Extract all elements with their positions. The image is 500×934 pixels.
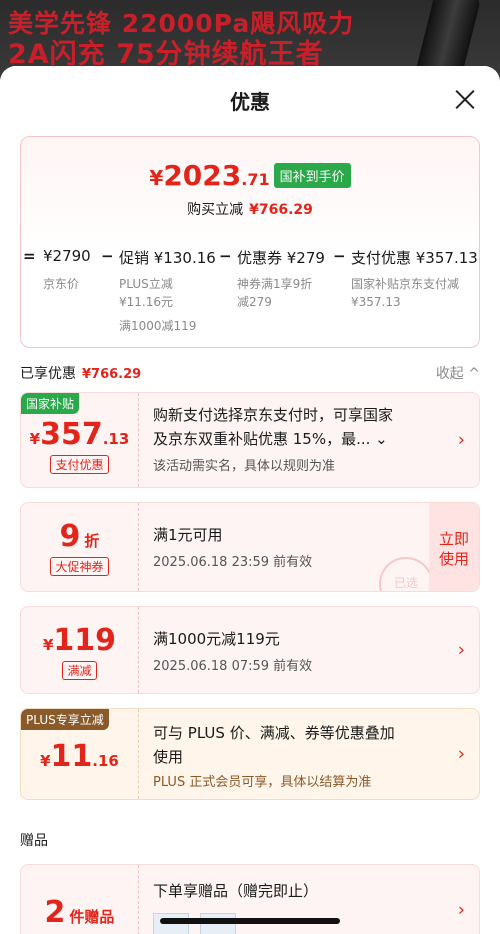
price-summary: ¥2023.71 国补到手价 购买立减 ¥766.29 = ¥2790 − 促销 ¥…: [20, 136, 480, 348]
home-indicator: [160, 918, 340, 924]
minus-sign: −: [101, 247, 114, 265]
gift-count: 2 件赠品: [21, 865, 139, 934]
close-icon[interactable]: [454, 88, 476, 110]
price-breakdown: = ¥2790 − 促销 ¥130.16 − 优惠券 ¥279 − 支付优惠 ¥…: [21, 247, 479, 267]
full-reduction-desc: 满1000元减119元 2025.06.18 07:59 前有效: [153, 630, 313, 674]
gov-subsidy-card[interactable]: 国家补贴 ¥357.13 支付优惠 购新支付选择京东支付时，可享国家 及京东双重…: [20, 392, 480, 488]
final-price-row: ¥2023.71 国补到手价: [21, 159, 479, 192]
gov-subsidy-desc: 购新支付选择京东支付时，可享国家 及京东双重补贴优惠 15%，最... ⌄ 该活…: [153, 406, 394, 474]
pay-detail: 国家补贴京东支付减 ¥357.13: [351, 277, 460, 309]
coupon-amount: 优惠券 ¥279: [237, 249, 325, 267]
coupon-card[interactable]: 9折 大促神券 满1元可用 2025.06.18 23:59 前有效 已选 立即…: [20, 502, 480, 592]
pay-discount-amount: 支付优惠 ¥357.13: [351, 249, 478, 267]
minus-sign: −: [333, 247, 346, 265]
collapse-button[interactable]: 收起 ^: [436, 363, 480, 383]
full-reduction-value: ¥119 满减: [21, 607, 139, 693]
plus-discount-value: ¥11.16: [21, 709, 139, 799]
promo-detail: PLUS立减 ¥11.16元 满1000减119: [119, 277, 197, 333]
gov-subsidy-badge: 国补到手价: [273, 163, 351, 188]
coupon-value: 9折 大促神券: [21, 503, 139, 591]
sheet-header: 优惠: [0, 66, 500, 136]
minus-sign: −: [219, 247, 232, 265]
discount-sheet: 优惠 ¥2023.71 国补到手价 购买立减 ¥766.29 = ¥2790 − 促…: [0, 66, 500, 934]
jd-price: ¥2790: [43, 247, 91, 265]
chevron-right-icon[interactable]: ›: [458, 744, 465, 765]
final-price: ¥2023.71: [149, 159, 270, 192]
coupon-detail: 神券满1享9折 减279: [237, 277, 313, 309]
plus-discount-card[interactable]: PLUS专享立减 ¥11.16 可与 PLUS 价、满减、券等优惠叠加 使用 P…: [20, 708, 480, 800]
use-now-button[interactable]: 立即 使用: [429, 503, 479, 591]
equals-sign: =: [23, 247, 36, 265]
chevron-right-icon[interactable]: ›: [458, 430, 465, 451]
instant-discount-row: 购买立减 ¥766.29: [187, 202, 313, 218]
gov-subsidy-value: ¥357.13 支付优惠: [21, 393, 139, 487]
promo-amount: 促销 ¥130.16: [119, 249, 216, 267]
sheet-body: ¥2023.71 国补到手价 购买立减 ¥766.29 = ¥2790 − 促销 ¥…: [0, 136, 500, 934]
full-reduction-card[interactable]: ¥119 满减 满1000元减119元 2025.06.18 07:59 前有效…: [20, 606, 480, 694]
enjoyed-discount-header: 已享优惠 ¥766.29 收起 ^: [20, 348, 480, 392]
gifts-header: 赠品: [20, 833, 48, 849]
chevron-right-icon[interactable]: ›: [458, 640, 465, 661]
jd-price-label: 京东价: [43, 277, 80, 291]
chevron-right-icon[interactable]: ›: [458, 900, 465, 921]
sheet-title: 优惠: [230, 90, 270, 114]
plus-discount-desc: 可与 PLUS 价、满减、券等优惠叠加 使用 PLUS 正式会员可享，具体以结算…: [153, 724, 395, 790]
